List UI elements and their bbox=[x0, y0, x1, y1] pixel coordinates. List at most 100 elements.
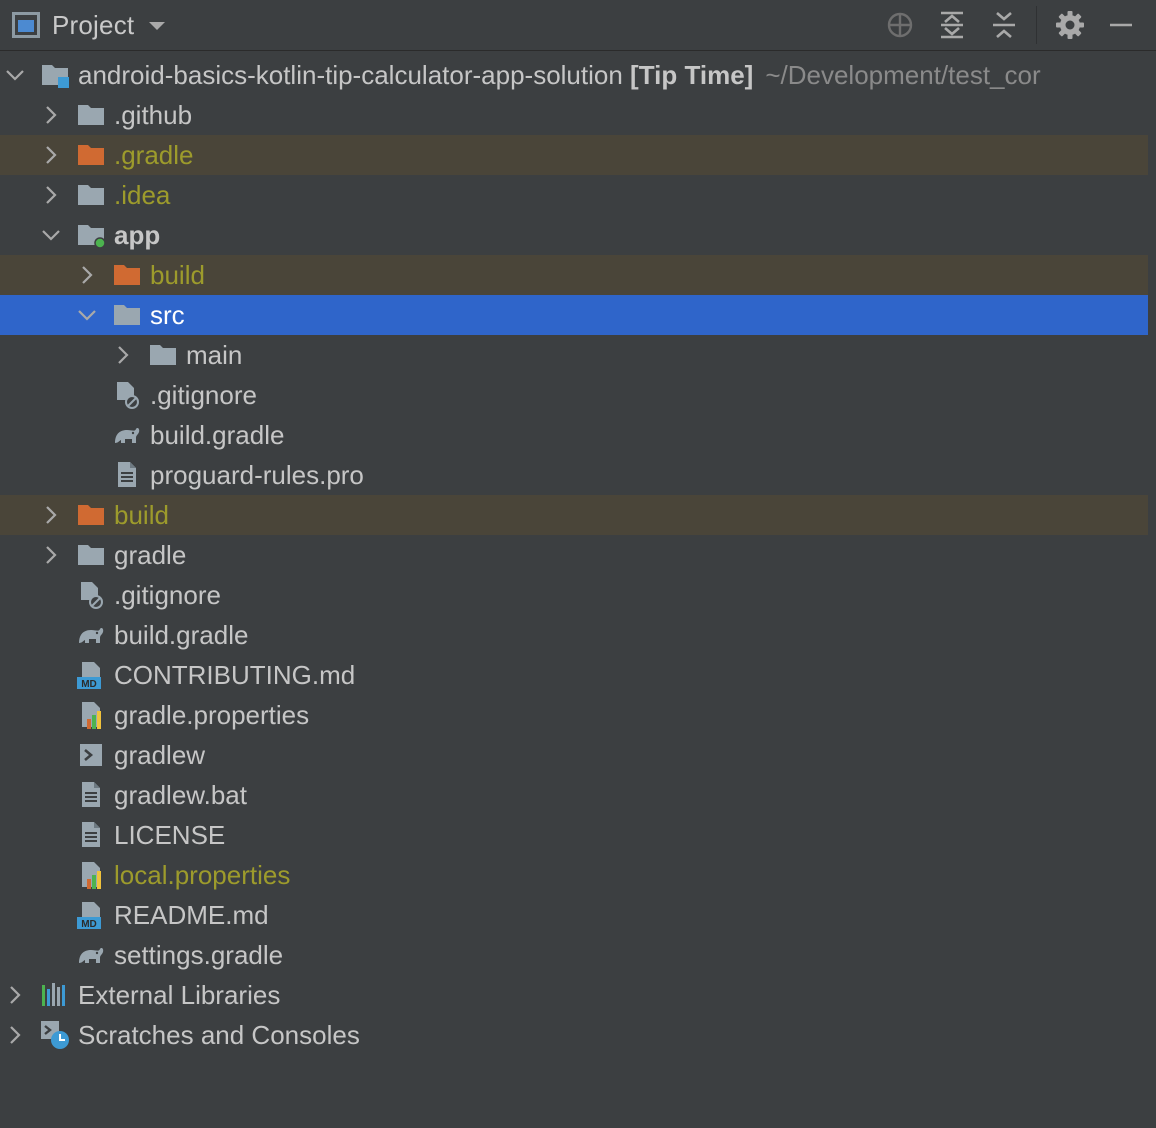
tree-row-app-build[interactable]: build bbox=[0, 255, 1148, 295]
module-folder-icon bbox=[76, 220, 106, 250]
tree-row-app-build-gradle[interactable]: build.gradle bbox=[0, 415, 1148, 455]
ignore-file-icon bbox=[76, 580, 106, 610]
tree-row-label: .github bbox=[114, 100, 193, 130]
folder-icon bbox=[76, 180, 106, 210]
tree-row-license[interactable]: LICENSE bbox=[0, 815, 1148, 855]
folder-icon bbox=[76, 540, 106, 570]
gradle-elephant-icon bbox=[112, 420, 142, 450]
chevron-down-icon[interactable] bbox=[76, 304, 98, 326]
expand-all-icon bbox=[941, 11, 963, 39]
tree-row-label: build bbox=[150, 260, 205, 290]
markdown-file-icon bbox=[76, 900, 106, 930]
gradle-elephant-icon bbox=[76, 620, 106, 650]
tree-row-settings-gradle[interactable]: settings.gradle bbox=[0, 935, 1148, 975]
tree-row-label: .gradle bbox=[114, 140, 194, 170]
tree-row-contributing[interactable]: CONTRIBUTING.md bbox=[0, 655, 1148, 695]
shell-script-icon bbox=[76, 740, 106, 770]
tree-row-scratches[interactable]: Scratches and Consoles bbox=[0, 1015, 1148, 1055]
chevron-right-icon[interactable] bbox=[40, 144, 62, 166]
properties-file-icon bbox=[76, 700, 106, 730]
tree-row-label: settings.gradle bbox=[114, 940, 284, 970]
chevron-down-icon bbox=[149, 22, 166, 30]
minimize-button[interactable] bbox=[1106, 10, 1136, 40]
tree-row-gitignore[interactable]: .gitignore bbox=[0, 575, 1148, 615]
collapse-all-button[interactable] bbox=[989, 10, 1019, 40]
tree-row-label: build bbox=[114, 500, 169, 530]
tree-row-label: gradlew bbox=[114, 740, 206, 770]
chevron-right-icon[interactable] bbox=[40, 504, 62, 526]
collapse-all-icon bbox=[993, 12, 1015, 38]
gradle-elephant-icon bbox=[76, 940, 106, 970]
tree-row-label: README.md bbox=[114, 900, 269, 930]
settings-button[interactable] bbox=[1055, 10, 1085, 40]
chevron-right-icon[interactable] bbox=[76, 264, 98, 286]
chevron-right-icon[interactable] bbox=[4, 1024, 26, 1046]
tree-row-label: local.properties bbox=[114, 860, 291, 890]
excluded-folder-icon bbox=[76, 500, 106, 530]
tree-row-label: CONTRIBUTING.md bbox=[114, 660, 356, 690]
tree-row-app[interactable]: app bbox=[0, 215, 1148, 255]
tree-row-label: LICENSE bbox=[114, 820, 226, 850]
tree-row-idea[interactable]: .idea bbox=[0, 175, 1148, 215]
tree-row-label: gradle.properties bbox=[114, 700, 310, 730]
tree-row-app-gitignore[interactable]: .gitignore bbox=[0, 375, 1148, 415]
tree-row-root[interactable]: android-basics-kotlin-tip-calculator-app… bbox=[0, 55, 1148, 95]
tree-row-gradle[interactable]: gradle bbox=[0, 535, 1148, 575]
chevron-down-icon[interactable] bbox=[4, 64, 26, 86]
project-tag: [Tip Time] bbox=[630, 60, 754, 90]
tree-row-gradle-properties[interactable]: gradle.properties bbox=[0, 695, 1148, 735]
project-root-name: android-basics-kotlin-tip-calculator-app… bbox=[78, 60, 623, 90]
chevron-right-icon[interactable] bbox=[40, 544, 62, 566]
tree-row-label: build.gradle bbox=[114, 620, 249, 650]
tree-row-dot-gradle[interactable]: .gradle bbox=[0, 135, 1148, 175]
tree-row-label: .gitignore bbox=[114, 580, 221, 610]
folder-icon bbox=[112, 300, 142, 330]
expand-all-button[interactable] bbox=[937, 10, 967, 40]
tree-row-label: main bbox=[186, 340, 243, 370]
chevron-right-icon[interactable] bbox=[40, 104, 62, 126]
folder-icon bbox=[76, 100, 106, 130]
tree-row-gradlew-bat[interactable]: gradlew.bat bbox=[0, 775, 1148, 815]
tree-row-proguard[interactable]: proguard-rules.pro bbox=[0, 455, 1148, 495]
tree-row-label: gradle bbox=[114, 540, 187, 570]
excluded-folder-icon bbox=[76, 140, 106, 170]
library-icon bbox=[40, 980, 70, 1010]
project-toolbar: Project bbox=[0, 0, 1156, 51]
locate-file-button[interactable] bbox=[885, 10, 915, 40]
text-file-icon bbox=[112, 460, 142, 490]
tree-row-label: src bbox=[150, 300, 185, 330]
tree-row-build[interactable]: build bbox=[0, 495, 1148, 535]
tree-row-label: .idea bbox=[114, 180, 171, 210]
chevron-right-icon[interactable] bbox=[4, 984, 26, 1006]
tree-row-label: build.gradle bbox=[150, 420, 285, 450]
tree-row-build-gradle[interactable]: build.gradle bbox=[0, 615, 1148, 655]
toolbar-divider bbox=[1036, 6, 1037, 44]
tree-row-github[interactable]: .github bbox=[0, 95, 1148, 135]
excluded-folder-icon bbox=[112, 260, 142, 290]
project-view-selector[interactable]: Project bbox=[12, 10, 166, 40]
tree-row-gradlew[interactable]: gradlew bbox=[0, 735, 1148, 775]
tree-row-label: app bbox=[114, 220, 161, 250]
folder-icon bbox=[148, 340, 178, 370]
ignore-file-icon bbox=[112, 380, 142, 410]
tree-row-local-properties[interactable]: local.properties bbox=[0, 855, 1148, 895]
text-file-icon bbox=[76, 780, 106, 810]
panel-title: Project bbox=[52, 9, 135, 40]
tree-row-label: Scratches and Consoles bbox=[78, 1020, 360, 1050]
tree-row-label: .gitignore bbox=[150, 380, 257, 410]
project-tree: android-basics-kotlin-tip-calculator-app… bbox=[0, 55, 1148, 1055]
tree-row-readme[interactable]: README.md bbox=[0, 895, 1148, 935]
tree-row-label: android-basics-kotlin-tip-calculator-app… bbox=[78, 59, 1041, 91]
tree-row-main[interactable]: main bbox=[0, 335, 1148, 375]
chevron-right-icon[interactable] bbox=[40, 184, 62, 206]
project-root-icon bbox=[40, 60, 70, 90]
project-path: ~/Development/test_cor bbox=[765, 60, 1041, 90]
tree-row-external-libraries[interactable]: External Libraries bbox=[0, 975, 1148, 1015]
markdown-file-icon bbox=[76, 660, 106, 690]
minimize-icon bbox=[1110, 23, 1132, 27]
scratches-icon bbox=[40, 1020, 70, 1050]
chevron-right-icon[interactable] bbox=[112, 344, 134, 366]
text-file-icon bbox=[76, 820, 106, 850]
tree-row-src[interactable]: src bbox=[0, 295, 1148, 335]
chevron-down-icon[interactable] bbox=[40, 224, 62, 246]
